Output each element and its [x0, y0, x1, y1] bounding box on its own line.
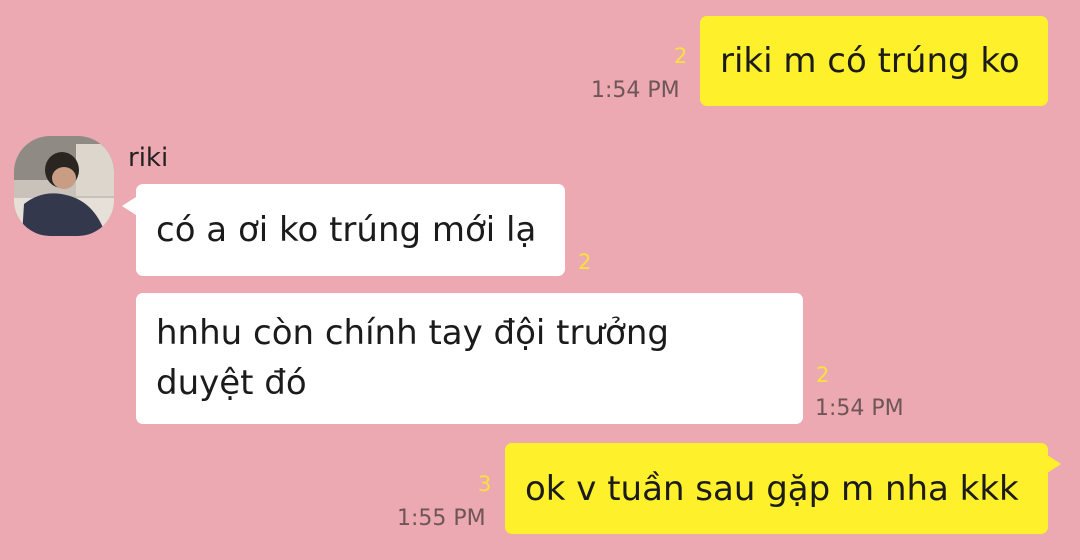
unread-count: 2	[578, 250, 592, 274]
profile-photo-icon	[14, 136, 114, 236]
incoming-message-bubble[interactable]: có a ơi ko trúng mới lạ	[136, 184, 565, 276]
outgoing-message-bubble[interactable]: ok v tuần sau gặp m nha kkk	[505, 443, 1048, 534]
bubble-tail	[122, 197, 136, 215]
bubble-tail	[1047, 455, 1061, 473]
contact-avatar[interactable]	[14, 136, 114, 236]
message-text: có a ơi ko trúng mới lạ	[156, 210, 537, 250]
message-timestamp: 1:55 PM	[397, 506, 486, 531]
outgoing-message-bubble[interactable]: riki m có trúng ko	[700, 16, 1048, 106]
message-timestamp: 1:54 PM	[815, 396, 904, 421]
incoming-message-bubble[interactable]: hnhu còn chính tay đội trưởng duyệt đó	[136, 293, 803, 424]
message-text: ok v tuần sau gặp m nha kkk	[525, 469, 1019, 509]
message-text-line: duyệt đó	[156, 363, 307, 403]
unread-count: 2	[674, 44, 688, 68]
message-text: riki m có trúng ko	[720, 41, 1020, 81]
message-text-line: hnhu còn chính tay đội trưởng	[156, 313, 669, 353]
unread-count: 2	[816, 363, 830, 387]
message-timestamp: 1:54 PM	[591, 78, 680, 103]
unread-count: 3	[478, 472, 492, 496]
contact-name: riki	[128, 143, 169, 173]
